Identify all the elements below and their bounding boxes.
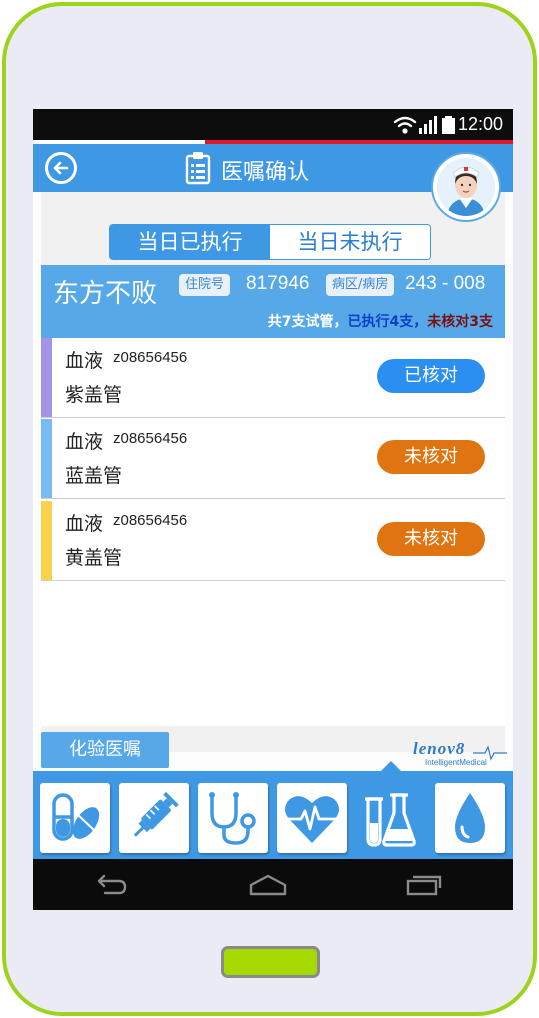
drop-icon	[455, 793, 485, 843]
tube-row[interactable]: 血液 z08656456 蓝盖管 未核对	[41, 419, 505, 499]
back-button[interactable]	[45, 152, 77, 184]
ward-label: 病区/病房	[326, 274, 395, 296]
recent-apps-icon[interactable]	[405, 871, 443, 897]
tube-color-bar	[41, 501, 52, 580]
app-screen: 12:00 医嘱确认 当日已执行 当日未执行 东方不败 住院号 817946 病…	[33, 109, 513, 910]
syringe-icon	[133, 791, 179, 837]
tube-row[interactable]: 血液 z08656456 黄盖管 未核对	[41, 501, 505, 581]
patient-name: 东方不败	[53, 279, 158, 309]
tube-color-bar	[41, 419, 52, 498]
patient-info-panel: 东方不败 住院号 817946 病区/病房 243 - 008 共7支试管，已执…	[41, 265, 505, 338]
bottom-tab-bar	[33, 761, 513, 859]
wifi-icon	[393, 116, 417, 128]
summary-unchecked: 未核对3支	[427, 314, 493, 330]
tab-not-executed-today[interactable]: 当日未执行	[270, 225, 430, 259]
stethoscope-icon	[209, 792, 256, 845]
tab-injection[interactable]	[119, 783, 189, 853]
back-nav-icon[interactable]	[93, 871, 129, 897]
nurse-avatar-icon	[437, 158, 495, 216]
status-time: 12:00	[457, 114, 503, 134]
admission-no: 817946	[246, 273, 310, 294]
tube-summary: 共7支试管，已执行4支，未核对3支	[268, 311, 493, 331]
summary-total: 共7支试管，	[267, 314, 348, 330]
clipboard-icon	[185, 152, 211, 185]
tab-lab-tests[interactable]	[356, 783, 426, 853]
lab-order-label: 化验医嘱	[41, 732, 169, 768]
nurse-avatar[interactable]	[433, 154, 499, 220]
sample-type: 血液	[65, 513, 104, 535]
sample-type: 血液	[65, 431, 104, 453]
test-tube-icon	[365, 793, 416, 847]
status-button[interactable]: 未核对	[377, 440, 485, 474]
status-button[interactable]: 未核对	[377, 522, 485, 556]
tab-diagnosis[interactable]	[198, 783, 268, 853]
barcode: z08656456	[113, 349, 188, 366]
pulse-line-icon	[473, 745, 507, 761]
signal-icon	[419, 116, 437, 134]
tab-executed-today[interactable]: 当日已执行	[110, 225, 270, 259]
tube-name: 黄盖管	[65, 547, 123, 569]
admission-no-label: 住院号	[179, 274, 231, 296]
home-button[interactable]	[221, 946, 320, 978]
tube-name: 紫盖管	[65, 384, 123, 406]
brand-logo: lenov8 IntelligentMedical	[413, 739, 507, 769]
battery-icon	[442, 116, 455, 134]
arrow-left-icon	[53, 161, 69, 175]
home-nav-icon[interactable]	[248, 871, 288, 897]
tube-color-bar	[41, 338, 52, 417]
pill-icon	[52, 793, 100, 841]
barcode: z08656456	[113, 512, 188, 529]
tab-infusion[interactable]	[435, 783, 505, 853]
tube-name: 蓝盖管	[65, 465, 123, 487]
summary-executed: 已执行4支，	[347, 314, 428, 330]
status-button[interactable]: 已核对	[377, 359, 485, 393]
system-nav-bar	[33, 859, 513, 910]
tube-row[interactable]: 血液 z08656456 紫盖管 已核对	[41, 338, 505, 418]
sample-type: 血液	[65, 350, 104, 372]
active-tab-indicator	[381, 761, 401, 771]
tab-medication[interactable]	[40, 783, 110, 853]
ward-no: 243 - 008	[405, 273, 486, 294]
barcode: z08656456	[113, 430, 188, 447]
execution-tabs: 当日已执行 当日未执行	[109, 224, 431, 260]
status-bar: 12:00	[33, 109, 513, 144]
page-title: 医嘱确认	[221, 160, 310, 185]
heart-pulse-icon	[285, 796, 339, 843]
tab-vital-signs[interactable]	[277, 783, 347, 853]
